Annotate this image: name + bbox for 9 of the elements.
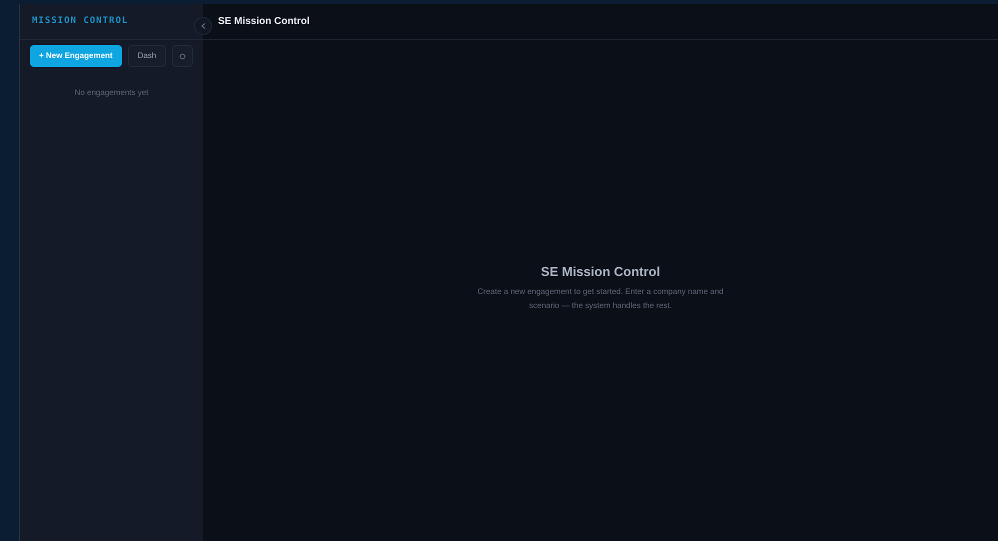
empty-state-title: SE Mission Control — [540, 262, 660, 281]
page-title: SE Mission Control — [218, 15, 310, 29]
collapse-button[interactable] — [194, 17, 212, 35]
empty-state-message: Create a new engagement to get started. Enter a company name and scenario — the system handles the rest. — [476, 286, 724, 312]
sidebar-title: MISSION CONTROL — [32, 14, 128, 28]
dash-button[interactable]: Dash — [128, 45, 166, 67]
empty-list-text: No engagements yet — [74, 87, 150, 99]
settings-button[interactable] — [172, 45, 193, 67]
chevron-left-icon — [200, 23, 206, 29]
